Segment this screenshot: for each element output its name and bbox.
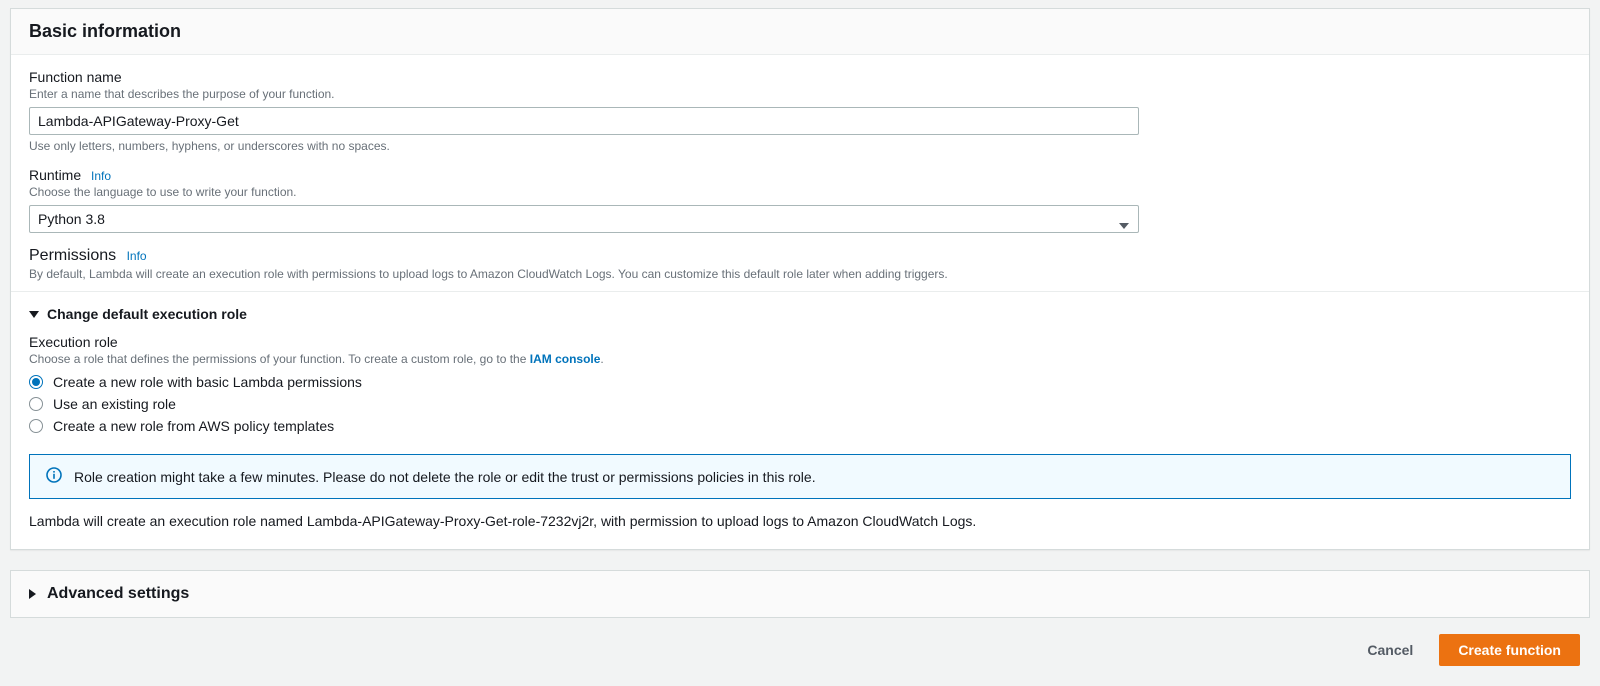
execution-role-description: Choose a role that defines the permissio…	[29, 352, 1571, 366]
role-creation-info-alert: Role creation might take a few minutes. …	[29, 454, 1571, 499]
execution-role-radio-option[interactable]: Use an existing role	[29, 396, 1571, 412]
permissions-label: Permissions	[29, 247, 116, 264]
iam-console-link[interactable]: IAM console	[530, 352, 601, 366]
radio-label: Use an existing role	[53, 396, 176, 412]
execution-role-radio-group: Create a new role with basic Lambda perm…	[29, 374, 1571, 434]
cancel-button[interactable]: Cancel	[1349, 634, 1431, 666]
function-name-input[interactable]	[29, 107, 1139, 135]
radio-label: Create a new role with basic Lambda perm…	[53, 374, 362, 390]
advanced-settings-title: Advanced settings	[47, 585, 189, 603]
change-execution-role-title: Change default execution role	[47, 306, 247, 322]
basic-information-panel: Basic information Function name Enter a …	[10, 8, 1590, 550]
footer-actions: Cancel Create function	[10, 630, 1590, 676]
caret-down-icon	[29, 306, 39, 322]
runtime-field: Runtime Info Choose the language to use …	[29, 167, 1571, 233]
execution-role-radio-option[interactable]: Create a new role with basic Lambda perm…	[29, 374, 1571, 390]
runtime-description: Choose the language to use to write your…	[29, 185, 1571, 199]
radio-icon	[29, 419, 43, 433]
radio-icon	[29, 375, 43, 389]
caret-right-icon	[29, 586, 37, 602]
runtime-select[interactable]: Python 3.8	[29, 205, 1139, 233]
permissions-field: Permissions Info By default, Lambda will…	[29, 247, 1571, 281]
change-execution-role-toggle[interactable]: Change default execution role	[29, 306, 1571, 322]
info-icon	[46, 467, 62, 486]
function-name-hint: Use only letters, numbers, hyphens, or u…	[29, 139, 1571, 153]
role-creation-info-text: Role creation might take a few minutes. …	[74, 469, 816, 485]
radio-label: Create a new role from AWS policy templa…	[53, 418, 334, 434]
advanced-settings-panel: Advanced settings	[10, 570, 1590, 618]
function-name-description: Enter a name that describes the purpose …	[29, 87, 1571, 101]
runtime-info-link[interactable]: Info	[91, 169, 111, 183]
permissions-description: By default, Lambda will create an execut…	[29, 267, 1571, 281]
section-divider	[11, 291, 1589, 292]
execution-role-radio-option[interactable]: Create a new role from AWS policy templa…	[29, 418, 1571, 434]
create-function-button[interactable]: Create function	[1439, 634, 1580, 666]
execution-role-desc-suffix: .	[600, 352, 603, 366]
permissions-info-link[interactable]: Info	[127, 249, 147, 263]
runtime-label: Runtime	[29, 167, 81, 183]
advanced-settings-toggle[interactable]: Advanced settings	[11, 571, 1589, 617]
basic-information-title: Basic information	[29, 21, 1571, 42]
basic-information-header: Basic information	[11, 9, 1589, 55]
permissions-label-row: Permissions Info	[29, 247, 1571, 265]
function-name-label: Function name	[29, 69, 1571, 85]
runtime-label-row: Runtime Info	[29, 167, 1571, 183]
execution-role-note: Lambda will create an execution role nam…	[29, 513, 1571, 529]
function-name-field: Function name Enter a name that describe…	[29, 69, 1571, 153]
execution-role-desc-prefix: Choose a role that defines the permissio…	[29, 352, 530, 366]
radio-icon	[29, 397, 43, 411]
execution-role-label: Execution role	[29, 334, 1571, 350]
